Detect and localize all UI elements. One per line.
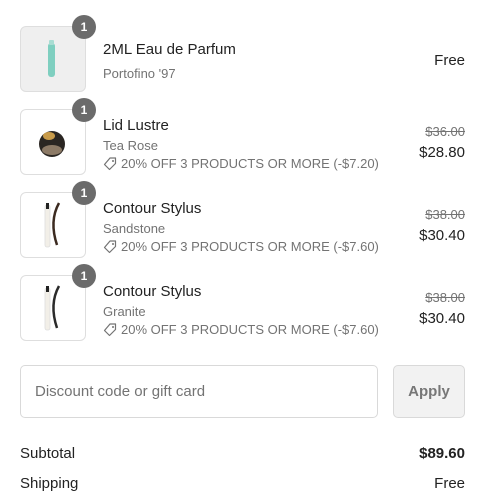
product-price: $30.40 <box>419 227 465 244</box>
product-price: $30.40 <box>419 310 465 327</box>
discount-text: 20% OFF 3 PRODUCTS OR MORE (-$7.60) <box>121 322 379 337</box>
product-name: 2ML Eau de Parfum <box>103 41 236 58</box>
original-price: $38.00 <box>425 207 465 222</box>
product-variant: Portofino '97 <box>103 66 176 81</box>
discount-line: 20% OFF 3 PRODUCTS OR MORE (-$7.20) <box>103 156 379 171</box>
product-price: Free <box>434 52 465 69</box>
discount-form: Apply <box>20 365 465 418</box>
subtotal-label: Subtotal <box>20 445 76 462</box>
original-price: $36.00 <box>425 124 465 139</box>
product-name: Contour Stylus <box>103 283 202 300</box>
tag-icon <box>103 239 117 253</box>
quantity-badge: 1 <box>72 181 96 205</box>
product-name: Contour Stylus <box>103 200 202 217</box>
line-item: 1 Lid Lustre Tea Rose 20% OFF 3 PRODUCTS… <box>20 98 469 175</box>
shipping-label: Shipping <box>20 475 79 492</box>
tag-icon <box>103 322 117 336</box>
line-item: 1 Contour Stylus Granite 20% OFF 3 PRODU… <box>20 264 469 341</box>
discount-code-input[interactable] <box>20 365 378 418</box>
quantity-badge: 1 <box>72 264 96 288</box>
quantity-badge: 1 <box>72 98 96 122</box>
line-item: 1 2ML Eau de Parfum Portofino '97 Free <box>20 15 469 92</box>
product-price: $28.80 <box>419 144 465 161</box>
discount-line: 20% OFF 3 PRODUCTS OR MORE (-$7.60) <box>103 322 379 337</box>
original-price: $38.00 <box>425 290 465 305</box>
product-variant: Sandstone <box>103 221 166 236</box>
discount-text: 20% OFF 3 PRODUCTS OR MORE (-$7.60) <box>121 239 379 254</box>
discount-text: 20% OFF 3 PRODUCTS OR MORE (-$7.20) <box>121 156 379 171</box>
discount-line: 20% OFF 3 PRODUCTS OR MORE (-$7.60) <box>103 239 379 254</box>
quantity-badge: 1 <box>72 15 96 39</box>
apply-button[interactable]: Apply <box>393 365 465 418</box>
product-variant: Granite <box>103 304 146 319</box>
tag-icon <box>103 156 117 170</box>
line-item: 1 Contour Stylus Sandstone 20% OFF 3 PRO… <box>20 181 469 258</box>
product-name: Lid Lustre <box>103 117 169 134</box>
shipping-value: Free <box>434 475 465 492</box>
subtotal-value: $89.60 <box>419 445 465 462</box>
product-variant: Tea Rose <box>103 138 158 153</box>
